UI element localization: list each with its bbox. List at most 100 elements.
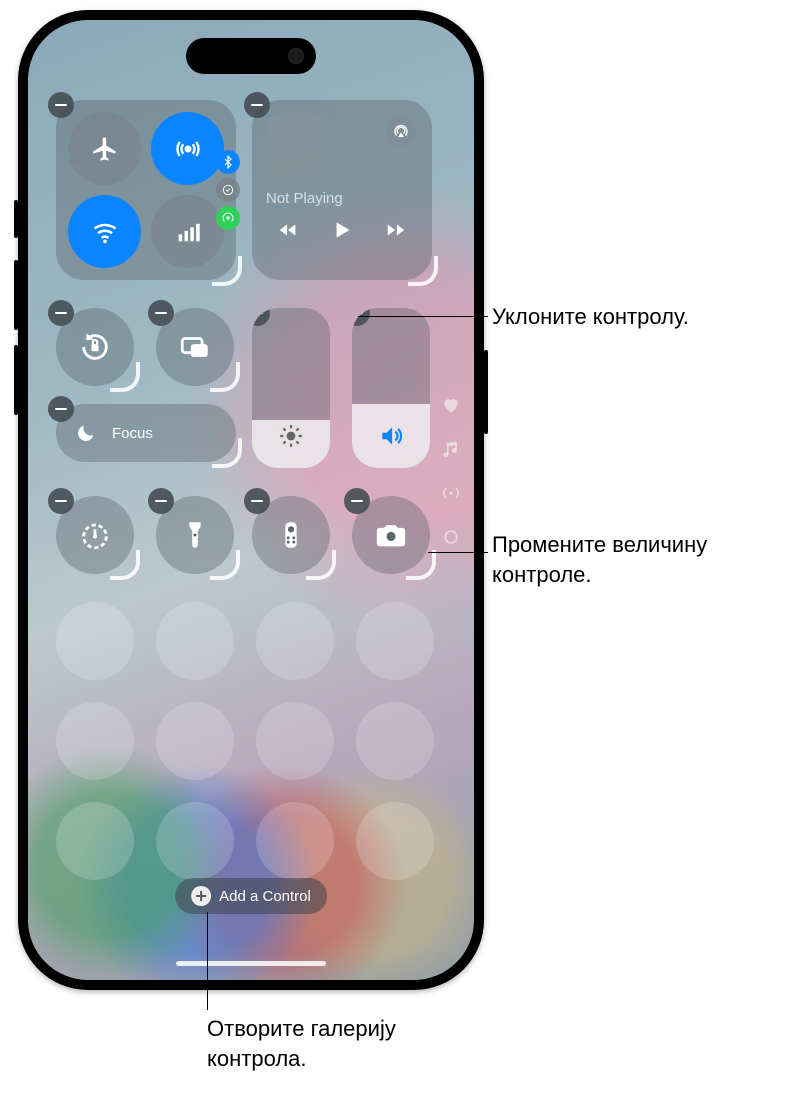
apple-tv-remote-button[interactable] bbox=[252, 496, 330, 574]
empty-slots-grid bbox=[56, 602, 434, 880]
flashlight-icon bbox=[178, 518, 212, 552]
connectivity-page-indicator[interactable] bbox=[440, 482, 462, 504]
forward-icon bbox=[385, 219, 407, 241]
resize-handle[interactable] bbox=[110, 362, 140, 392]
resize-handle[interactable] bbox=[212, 438, 242, 468]
empty-slot[interactable] bbox=[156, 702, 234, 780]
resize-handle[interactable] bbox=[212, 256, 242, 286]
remove-camera-icon[interactable] bbox=[344, 488, 370, 514]
wifi-button[interactable] bbox=[68, 195, 141, 268]
resize-handle[interactable] bbox=[306, 550, 336, 580]
camera-button[interactable] bbox=[352, 496, 430, 574]
remove-remote-icon[interactable] bbox=[244, 488, 270, 514]
music-note-icon bbox=[441, 439, 461, 459]
cellular-button[interactable] bbox=[151, 195, 224, 268]
apple-tv-remote-icon bbox=[274, 518, 308, 552]
callout-resize: Промените величину контроле. bbox=[492, 530, 772, 589]
now-playing-module[interactable]: Not Playing bbox=[252, 100, 432, 280]
silent-switch bbox=[14, 200, 18, 238]
remove-brightness-icon[interactable] bbox=[252, 308, 270, 326]
volume-icon bbox=[378, 423, 404, 454]
add-control-button[interactable]: Add a Control bbox=[175, 878, 327, 914]
volume-slider[interactable] bbox=[352, 308, 430, 468]
resize-handle[interactable] bbox=[210, 362, 240, 392]
airplay-audio-icon bbox=[392, 122, 410, 140]
remove-volume-icon[interactable] bbox=[352, 308, 370, 326]
remove-screen-mirroring-icon[interactable] bbox=[148, 300, 174, 326]
remove-flashlight-icon[interactable] bbox=[148, 488, 174, 514]
volume-up-button bbox=[14, 260, 18, 330]
moon-icon bbox=[70, 417, 102, 449]
remove-timer-icon[interactable] bbox=[48, 488, 74, 514]
callout-leader bbox=[428, 552, 488, 553]
empty-slot[interactable] bbox=[256, 702, 334, 780]
wifi-icon bbox=[91, 218, 119, 246]
remove-connectivity-icon[interactable] bbox=[48, 92, 74, 118]
airdrop-icon bbox=[174, 135, 202, 163]
circle-icon bbox=[441, 527, 461, 547]
add-control-label: Add a Control bbox=[219, 888, 311, 905]
antenna-icon bbox=[441, 483, 461, 503]
empty-slot[interactable] bbox=[356, 702, 434, 780]
music-page-indicator[interactable] bbox=[440, 438, 462, 460]
connectivity-module[interactable] bbox=[56, 100, 236, 280]
bluetooth-button[interactable] bbox=[216, 150, 240, 174]
dynamic-island bbox=[186, 38, 316, 74]
airplane-mode-button[interactable] bbox=[68, 112, 141, 185]
vpn-icon bbox=[221, 183, 235, 197]
timer-button[interactable] bbox=[56, 496, 134, 574]
remove-orientation-lock-icon[interactable] bbox=[48, 300, 74, 326]
hotspot-button[interactable] bbox=[216, 206, 240, 230]
plus-icon bbox=[191, 886, 211, 906]
screen-mirroring-button[interactable] bbox=[156, 308, 234, 386]
empty-slot[interactable] bbox=[256, 602, 334, 680]
empty-slot[interactable] bbox=[356, 802, 434, 880]
timer-icon bbox=[78, 518, 112, 552]
play-icon bbox=[329, 217, 355, 243]
airplane-icon bbox=[91, 135, 119, 163]
home-page-indicator[interactable] bbox=[440, 526, 462, 548]
now-playing-status: Not Playing bbox=[266, 190, 418, 207]
heart-icon bbox=[441, 395, 461, 415]
camera-icon bbox=[374, 518, 408, 552]
play-button[interactable] bbox=[329, 217, 355, 246]
backward-icon bbox=[277, 219, 299, 241]
album-art-placeholder bbox=[266, 114, 328, 176]
callout-gallery: Отворите галерију контрола. bbox=[207, 1014, 467, 1073]
focus-button[interactable]: Focus bbox=[56, 404, 236, 462]
flashlight-button[interactable] bbox=[156, 496, 234, 574]
airdrop-button[interactable] bbox=[151, 112, 224, 185]
empty-slot[interactable] bbox=[256, 802, 334, 880]
orientation-lock-button[interactable] bbox=[56, 308, 134, 386]
airplay-button[interactable] bbox=[386, 116, 416, 146]
resize-handle[interactable] bbox=[210, 550, 240, 580]
remove-now-playing-icon[interactable] bbox=[244, 92, 270, 118]
empty-slot[interactable] bbox=[356, 602, 434, 680]
next-button[interactable] bbox=[385, 219, 407, 244]
resize-handle[interactable] bbox=[406, 550, 436, 580]
remove-focus-icon[interactable] bbox=[48, 396, 74, 422]
screen: Not Playing bbox=[28, 20, 474, 980]
callout-remove: Уклоните контролу. bbox=[492, 302, 689, 332]
iphone-frame: Not Playing bbox=[18, 10, 484, 990]
volume-down-button bbox=[14, 345, 18, 415]
brightness-slider[interactable] bbox=[252, 308, 330, 468]
cellular-icon bbox=[174, 218, 202, 246]
previous-button[interactable] bbox=[277, 219, 299, 244]
empty-slot[interactable] bbox=[56, 802, 134, 880]
home-indicator[interactable] bbox=[176, 961, 326, 966]
empty-slot[interactable] bbox=[156, 602, 234, 680]
orientation-lock-icon bbox=[78, 330, 112, 364]
connectivity-mini-column bbox=[216, 150, 240, 230]
brightness-icon bbox=[278, 423, 304, 454]
satellite-button[interactable] bbox=[216, 178, 240, 202]
empty-slot[interactable] bbox=[56, 602, 134, 680]
favorites-page-indicator[interactable] bbox=[440, 394, 462, 416]
callout-leader bbox=[207, 912, 208, 1010]
focus-label: Focus bbox=[112, 425, 153, 442]
resize-handle[interactable] bbox=[408, 256, 438, 286]
empty-slot[interactable] bbox=[156, 802, 234, 880]
bluetooth-icon bbox=[221, 155, 235, 169]
empty-slot[interactable] bbox=[56, 702, 134, 780]
resize-handle[interactable] bbox=[110, 550, 140, 580]
